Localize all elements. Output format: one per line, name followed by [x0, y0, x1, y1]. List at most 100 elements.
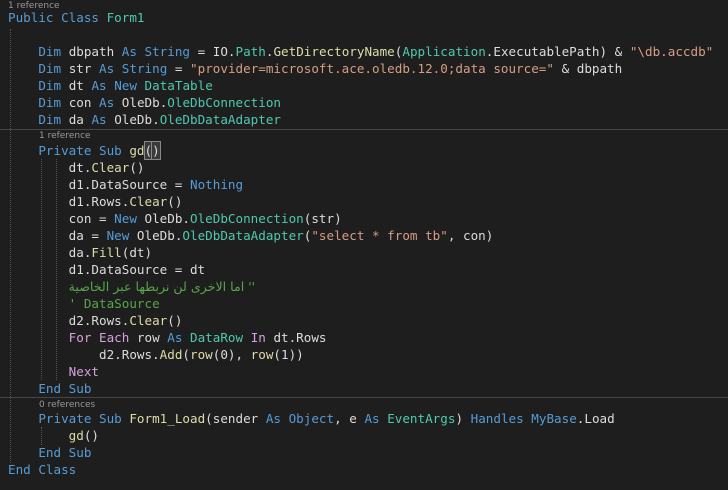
code-token: () [167, 313, 183, 328]
method-token: Add [159, 347, 183, 362]
code-token: .ExecutablePath) & [485, 44, 630, 59]
code-token: d2.Rows. [8, 347, 160, 362]
method-token: Form1_Load [129, 411, 206, 426]
method-token: Clear [91, 160, 130, 175]
type-token: Path [235, 44, 266, 59]
keyword-token: As [91, 112, 115, 127]
code-line[interactable]: For Each row As DataRow In dt.Rows [8, 329, 327, 346]
code-token: (str) [303, 211, 342, 226]
code-line[interactable]: Private Sub Form1_Load (sender As Object,… [8, 410, 615, 427]
code-line[interactable]: d1.DataSource = Nothing [8, 176, 243, 193]
code-token: dt. [8, 160, 92, 175]
code-token: = [167, 61, 191, 76]
code-line[interactable]: Dim str As String = "provider=microsoft.… [8, 60, 622, 77]
code-line[interactable]: Dim da As OleDb. OleDbDataAdapter [8, 111, 281, 128]
type-token: EventArgs [387, 411, 456, 426]
code-token: d1.DataSource = dt [8, 262, 206, 277]
keyword-token: Dim [38, 78, 69, 93]
code-line[interactable]: End Sub [8, 380, 91, 397]
code-token: () [167, 194, 183, 209]
code-line[interactable]: dt. Clear() [8, 159, 145, 176]
code-line[interactable]: End Sub [8, 444, 91, 461]
keyword-token: New [106, 228, 137, 243]
code-token: str [68, 61, 100, 76]
code-line[interactable]: d2.Rows. Add(row (0), row (1)) [8, 346, 304, 363]
code-token: dt.Rows [273, 330, 327, 345]
string-token: "provider=microsoft.ace.oledb.12.0;data … [190, 61, 554, 76]
code-token: d2.Rows. [8, 313, 130, 328]
keyword-token: Dim [38, 44, 69, 59]
code-token: ) [455, 411, 471, 426]
code-line[interactable]: gd() [8, 427, 99, 444]
keyword-token: Public Class [8, 10, 107, 25]
keyword-token: Nothing [189, 177, 244, 192]
keyword-token: Handles [470, 411, 532, 426]
type-token: Form1 [106, 10, 145, 25]
method-separator [0, 129, 728, 130]
code-token: . [265, 44, 274, 59]
string-token: "select * from tb" [311, 228, 448, 243]
code-token: OleDb. [144, 211, 191, 226]
method-token: Clear [129, 313, 168, 328]
code-line[interactable]: d2.Rows. Clear() [8, 312, 183, 329]
code-line[interactable]: da = New OleDb. OleDbDataAdapter("select … [8, 227, 494, 244]
keyword-token: MyBase [531, 411, 577, 426]
code-token: OleDb. [121, 95, 168, 110]
code-token: dbpath [68, 44, 122, 59]
code-token: d1.Rows. [8, 194, 130, 209]
code-token: con = [8, 211, 115, 226]
keyword-token: As [99, 61, 122, 76]
method-token: row [250, 347, 274, 362]
keyword-token: Next [68, 364, 100, 379]
keyword-token: As [167, 330, 191, 345]
code-line[interactable]: End Class [8, 461, 76, 478]
code-line[interactable]: Dim dbpath As String = IO. Path. GetDirect… [8, 43, 713, 60]
comment-token: ' DataSource [68, 296, 160, 311]
code-line[interactable]: Dim dt As New DataTable [8, 77, 212, 94]
codelens-references-gd[interactable]: 1 reference [39, 130, 91, 142]
matched-bracket: ) [151, 141, 161, 160]
code-line[interactable]: con = New OleDb. OleDbConnection (str) [8, 210, 342, 227]
code-line[interactable]: Next [8, 363, 99, 380]
keyword-token: String [121, 61, 168, 76]
code-line[interactable]: Private Sub gd() [8, 141, 161, 160]
type-token: DataRow [190, 330, 251, 345]
code-token: = IO. [190, 44, 236, 59]
code-editor[interactable]: 1 reference 1 reference 0 references Pub… [0, 0, 728, 490]
code-line[interactable]: '' اما الاخرى لن نربطها عبر الخاصية [8, 278, 255, 295]
keyword-token: As [121, 44, 145, 59]
keyword-token: Dim [38, 112, 69, 127]
code-token: .Load [576, 411, 615, 426]
keyword-token: Dim [38, 95, 69, 110]
code-line[interactable]: d1.DataSource = dt [8, 261, 205, 278]
code-line[interactable]: ' DataSource [8, 295, 160, 312]
code-token: (sender [205, 411, 266, 426]
keyword-token: As [265, 411, 289, 426]
matched-bracket: ( [143, 141, 154, 160]
string-token: "\db.accdb" [629, 44, 714, 59]
method-token: Clear [129, 194, 168, 209]
code-token: d1.DataSource = [8, 177, 190, 192]
code-token: ( [182, 347, 190, 362]
code-line[interactable]: da. Fill (dt) [8, 244, 152, 261]
method-token: GetDirectoryName [273, 44, 395, 59]
code-token: ( [394, 44, 403, 59]
code-line[interactable]: Dim con As OleDb. OleDbConnection [8, 94, 281, 111]
code-line[interactable]: d1.Rows. Clear() [8, 193, 183, 210]
code-token: (0), [212, 347, 251, 362]
code-line[interactable]: Public Class Form1 [8, 9, 145, 26]
code-token: (1)) [273, 347, 304, 362]
type-token: OleDbDataAdapter [182, 228, 304, 243]
keyword-token: New [114, 78, 145, 93]
